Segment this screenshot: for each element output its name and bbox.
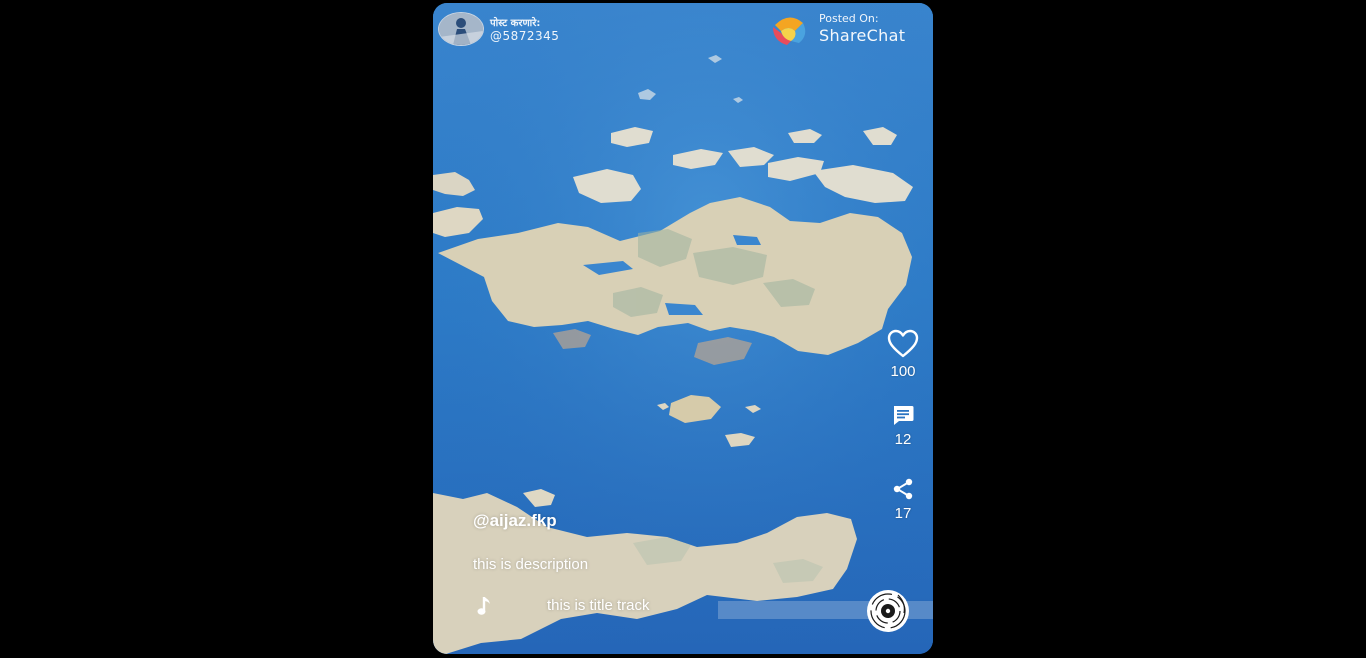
poster-handle: @5872345 [490, 29, 560, 43]
sharechat-logo-icon [773, 17, 806, 45]
music-disc[interactable] [866, 589, 910, 633]
sharechat-wordmark: ShareChat [819, 26, 906, 45]
vinyl-disc-icon[interactable] [866, 589, 910, 633]
posted-on-label: Posted On: [819, 12, 879, 25]
caption-username[interactable]: @aijaz.fkp [473, 511, 557, 531]
music-note-icon [477, 597, 490, 615]
sharechat-brand: Posted On: ShareChat [769, 11, 919, 47]
comment-count: 12 [894, 431, 912, 448]
heart-icon[interactable] [887, 329, 919, 359]
share-button[interactable]: 17 [881, 477, 925, 551]
share-count: 17 [894, 505, 912, 522]
sharechat-watermark: पोस्ट करणारे: @5872345 Posted On: ShareC… [438, 11, 919, 51]
video-player[interactable]: पोस्ट करणारे: @5872345 Posted On: ShareC… [433, 3, 933, 654]
track-title[interactable]: this is title track [547, 597, 650, 614]
caption-description: this is description [473, 556, 589, 573]
action-rail: 100 12 17 [881, 329, 925, 551]
comment-button[interactable]: 12 [881, 403, 925, 477]
poster-label: पोस्ट करणारे: [490, 18, 541, 29]
like-button[interactable]: 100 [881, 329, 925, 403]
share-icon[interactable] [891, 477, 915, 501]
comment-icon[interactable] [891, 403, 915, 427]
like-count: 100 [890, 363, 916, 380]
poster-avatar [438, 12, 484, 46]
